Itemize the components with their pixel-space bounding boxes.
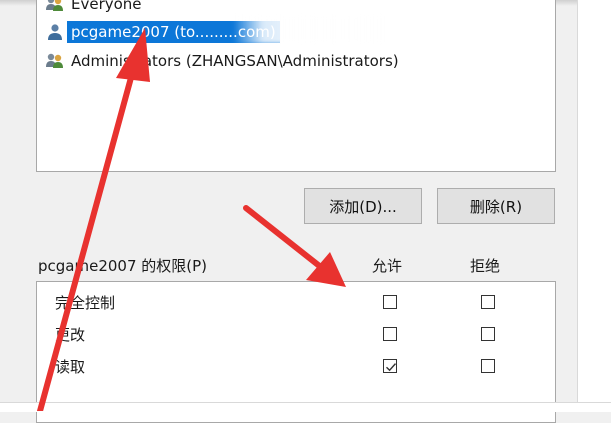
add-button[interactable]: 添加(D)... bbox=[304, 188, 422, 224]
permission-label-read: 读取 bbox=[55, 358, 86, 376]
change-deny-checkbox[interactable] bbox=[481, 327, 495, 341]
list-item-administrators[interactable]: Administrators (ZHANGSAN\Administrators) bbox=[45, 48, 403, 74]
permissions-title: pcgame2007 的权限(P) bbox=[38, 257, 208, 275]
deny-column-header: 拒绝 bbox=[470, 257, 501, 275]
list-item-everyone[interactable]: Everyone bbox=[45, 0, 146, 17]
list-item-label: Everyone bbox=[71, 0, 142, 13]
remove-button[interactable]: 删除(R) bbox=[437, 188, 555, 224]
permission-label-full-control: 完全控制 bbox=[55, 294, 116, 312]
checkmark-icon bbox=[386, 363, 397, 372]
read-deny-checkbox[interactable] bbox=[481, 359, 495, 373]
group-user-list[interactable]: Everyone pcgame2007 (to.........com) Adm… bbox=[36, 0, 556, 172]
read-allow-checkbox[interactable] bbox=[383, 359, 397, 373]
full-control-deny-checkbox[interactable] bbox=[481, 295, 495, 309]
list-item-label: Administrators (ZHANGSAN\Administrators) bbox=[71, 52, 399, 70]
user-group-icon bbox=[46, 53, 63, 68]
user-group-icon bbox=[46, 0, 63, 11]
user-icon bbox=[48, 24, 62, 40]
allow-column-header: 允许 bbox=[372, 257, 403, 275]
change-allow-checkbox[interactable] bbox=[383, 327, 397, 341]
redaction-blur bbox=[233, 14, 383, 44]
permission-label-change: 更改 bbox=[55, 326, 86, 344]
full-control-allow-checkbox[interactable] bbox=[383, 295, 397, 309]
window-right-edge bbox=[577, 0, 611, 411]
